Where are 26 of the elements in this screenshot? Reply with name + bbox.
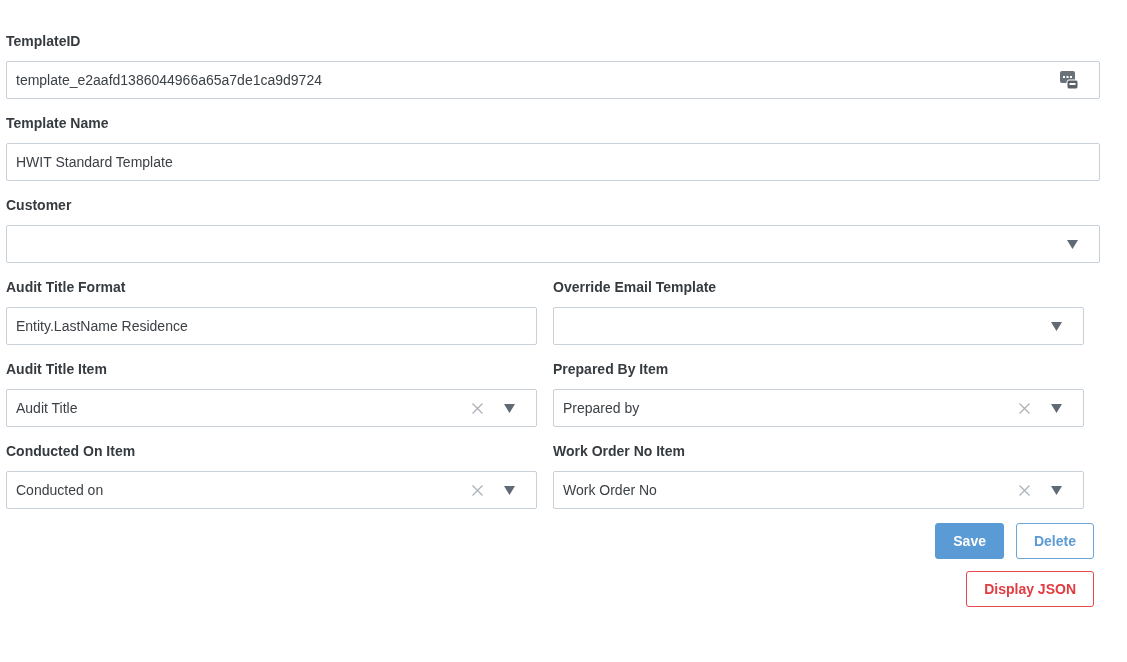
field-label: Override Email Template xyxy=(553,278,718,297)
caret-icon[interactable] xyxy=(1067,239,1078,249)
field-label: Prepared By Item xyxy=(553,360,670,379)
display-json-button[interactable]: Display JSON xyxy=(966,571,1094,607)
field-label: Audit Title Item xyxy=(6,360,108,379)
text-field[interactable]: HWIT Standard Template xyxy=(6,143,1100,181)
dropdown-field[interactable]: Work Order No xyxy=(553,471,1084,509)
dropdown-field[interactable] xyxy=(553,307,1084,345)
caret-icon[interactable] xyxy=(504,485,515,495)
field-label: Work Order No Item xyxy=(553,442,686,461)
caret-icon[interactable] xyxy=(504,403,515,413)
text-field[interactable]: template_e2aafd1386044966a65a7de1ca9d9724 xyxy=(6,61,1100,99)
field-label: Customer xyxy=(6,196,73,215)
field-label: TemplateID xyxy=(6,32,82,51)
dropdown-field[interactable]: Conducted on xyxy=(6,471,537,509)
dropdown-field[interactable]: Audit Title xyxy=(6,389,537,427)
caret-icon[interactable] xyxy=(1051,321,1062,331)
dropdown-field[interactable]: Prepared by xyxy=(553,389,1084,427)
caret-icon[interactable] xyxy=(1051,485,1062,495)
stacked-tiles-icon[interactable] xyxy=(1060,71,1078,89)
field-label: Audit Title Format xyxy=(6,278,127,297)
dropdown-field[interactable] xyxy=(6,225,1100,263)
field-label: Template Name xyxy=(6,114,110,133)
field-label: Conducted On Item xyxy=(6,442,137,461)
caret-icon[interactable] xyxy=(1051,403,1062,413)
text-field[interactable]: Entity.LastName Residence xyxy=(6,307,537,345)
